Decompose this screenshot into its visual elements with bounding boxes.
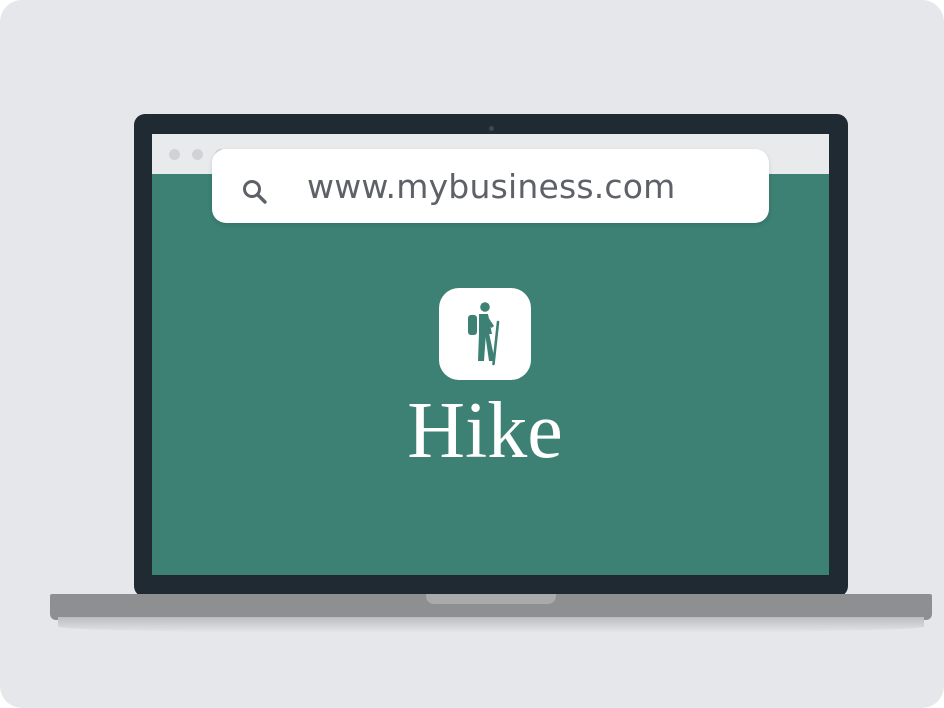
- logo-tile: [439, 288, 531, 380]
- illustration-card: www.mybusiness.com Hike: [0, 0, 944, 708]
- laptop-base-shadow: [58, 617, 924, 633]
- url-text[interactable]: www.mybusiness.com: [307, 165, 676, 209]
- trackpad-notch: [426, 594, 556, 604]
- hiker-icon: [459, 300, 511, 368]
- brand-name: Hike: [407, 387, 563, 475]
- search-icon[interactable]: [240, 177, 270, 207]
- window-dot-minimize: [192, 149, 203, 160]
- window-dot-close: [169, 149, 180, 160]
- camera-dot: [489, 126, 494, 131]
